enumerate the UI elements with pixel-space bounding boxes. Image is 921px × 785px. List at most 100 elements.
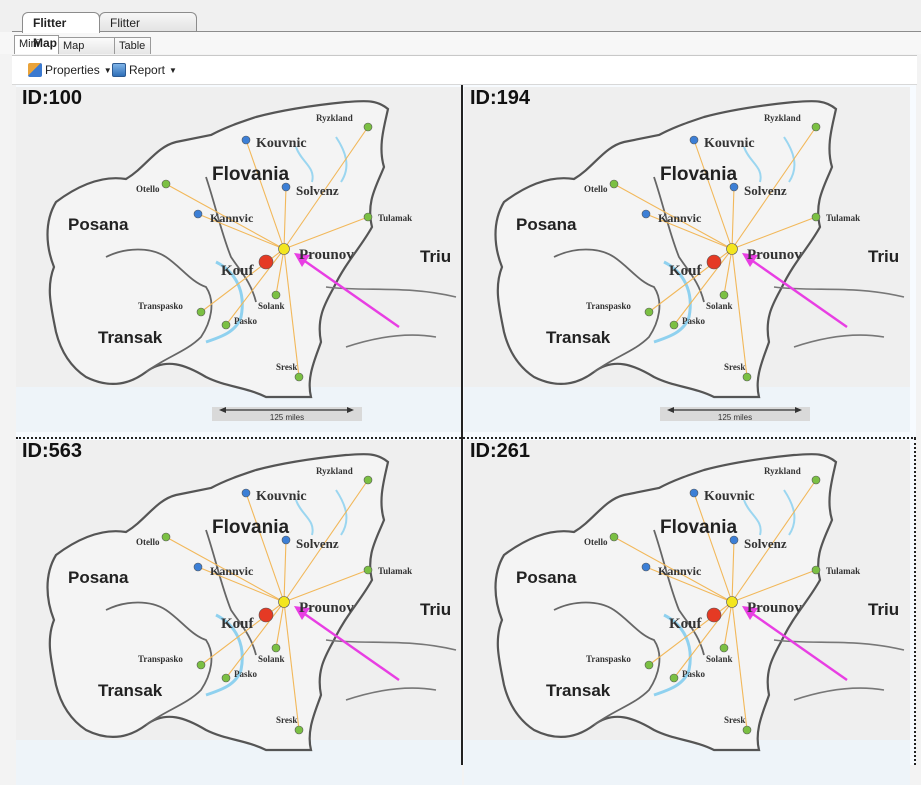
city-label: Solank: [706, 301, 733, 311]
city-marker[interactable]: [669, 673, 679, 683]
city-marker[interactable]: [221, 673, 231, 683]
city-marker[interactable]: [161, 532, 171, 542]
city-marker[interactable]: [811, 212, 821, 222]
tab-flitter-contacts[interactable]: Flitter Contacts: [99, 12, 197, 50]
city-marker[interactable]: [811, 475, 821, 485]
city-marker[interactable]: [609, 179, 619, 189]
city-marker[interactable]: [281, 535, 291, 545]
city-marker[interactable]: [641, 562, 651, 572]
city-label: Pasko: [234, 316, 258, 326]
sub-tab-bar: Mini 2B Map Cities Table: [0, 32, 921, 68]
city-marker[interactable]: [811, 122, 821, 132]
city-marker[interactable]: [258, 254, 274, 270]
city-marker[interactable]: [609, 532, 619, 542]
city-marker[interactable]: [363, 565, 373, 575]
city-marker[interactable]: [669, 320, 679, 330]
city-label: Kouf: [221, 616, 255, 632]
panel-id-label: ID:194: [470, 87, 531, 109]
city-label: Prounov: [299, 600, 354, 616]
city-marker[interactable]: [726, 596, 738, 608]
city-label: Prounov: [747, 247, 802, 263]
city-marker[interactable]: [742, 725, 752, 735]
city-label: Tulamak: [826, 213, 860, 223]
region-label: Flovania: [660, 517, 738, 538]
city-label: Ryzkland: [764, 113, 801, 123]
tab-table[interactable]: Table: [114, 37, 151, 54]
city-marker[interactable]: [689, 488, 699, 498]
city-marker[interactable]: [294, 725, 304, 735]
panel-id-label: ID:563: [22, 440, 83, 462]
city-marker[interactable]: [363, 475, 373, 485]
tab-flitter-map[interactable]: Flitter Map: [22, 12, 100, 50]
city-marker[interactable]: [271, 290, 281, 300]
city-marker[interactable]: [811, 565, 821, 575]
panel-divider-right: [914, 438, 918, 765]
city-label: Kouvnic: [704, 489, 755, 504]
city-marker[interactable]: [161, 179, 171, 189]
city-label: Solvenz: [744, 536, 787, 551]
city-marker[interactable]: [363, 122, 373, 132]
scale-bar: 125 miles: [212, 407, 362, 422]
report-button[interactable]: Report ▼: [112, 61, 177, 79]
city-label: Transpasko: [586, 654, 631, 664]
city-marker[interactable]: [221, 320, 231, 330]
city-marker[interactable]: [729, 535, 739, 545]
properties-button[interactable]: Properties ▼: [28, 61, 112, 79]
city-marker[interactable]: [258, 607, 274, 623]
city-marker[interactable]: [278, 596, 290, 608]
city-marker[interactable]: [729, 182, 739, 192]
city-marker[interactable]: [193, 209, 203, 219]
map-panel-2[interactable]: Flovania Posana Transak Triu Kouvnic Ryzkland…: [464, 87, 910, 432]
region-label: Posana: [68, 215, 129, 234]
panel-divider-vertical: [461, 85, 463, 765]
city-marker[interactable]: [644, 307, 654, 317]
city-marker[interactable]: [726, 243, 738, 255]
city-marker[interactable]: [278, 243, 290, 255]
region-label: Posana: [516, 568, 577, 587]
city-marker[interactable]: [706, 607, 722, 623]
tab-map-cities[interactable]: Map Cities: [58, 37, 115, 68]
city-label: Kouvnic: [256, 136, 307, 151]
properties-label: Properties: [45, 63, 100, 77]
properties-icon: [28, 63, 42, 77]
city-marker[interactable]: [689, 135, 699, 145]
report-icon: [112, 63, 126, 77]
map-panel-4[interactable]: Flovania Posana Transak Triu Kouvnic Ryzkland…: [464, 440, 910, 785]
city-label: Kannvic: [658, 564, 702, 578]
city-label: Transpasko: [138, 301, 183, 311]
city-marker[interactable]: [241, 135, 251, 145]
chevron-down-icon: ▼: [169, 66, 177, 75]
report-label: Report: [129, 63, 166, 77]
city-label: Sresk: [276, 715, 297, 725]
region-label: Transak: [98, 681, 163, 700]
panel-divider-horizontal: [16, 437, 916, 440]
city-label: Kouvnic: [256, 489, 307, 504]
city-label: Pasko: [234, 669, 258, 679]
city-marker[interactable]: [196, 307, 206, 317]
region-label: Flovania: [212, 517, 290, 538]
region-label: Triu: [868, 600, 899, 619]
main-tab-bar: Flitter Map Flitter Contacts: [0, 0, 921, 50]
city-marker[interactable]: [641, 209, 651, 219]
city-marker[interactable]: [271, 643, 281, 653]
map-grid: Flovania Posana Transak Triu Kouvnic Ryzkland…: [16, 85, 916, 785]
city-marker[interactable]: [196, 660, 206, 670]
map-panel-3[interactable]: Flovania Posana Transak Triu Kouvnic Ryzkland…: [16, 440, 462, 785]
city-marker[interactable]: [719, 290, 729, 300]
chevron-down-icon: ▼: [103, 66, 112, 75]
city-marker[interactable]: [706, 254, 722, 270]
city-marker[interactable]: [363, 212, 373, 222]
city-label: Prounov: [747, 600, 802, 616]
map-panel-1[interactable]: Flovania Posana Transak Triu Kouvnic Ryzkland…: [16, 87, 462, 432]
city-marker[interactable]: [281, 182, 291, 192]
city-marker[interactable]: [294, 372, 304, 382]
panel-id-label: ID:100: [22, 87, 83, 109]
city-marker[interactable]: [719, 643, 729, 653]
city-marker[interactable]: [644, 660, 654, 670]
region-label: Flovania: [660, 164, 738, 185]
city-marker[interactable]: [742, 372, 752, 382]
city-marker[interactable]: [241, 488, 251, 498]
city-label: Kannvic: [210, 211, 254, 225]
city-marker[interactable]: [193, 562, 203, 572]
city-label: Solvenz: [744, 183, 787, 198]
